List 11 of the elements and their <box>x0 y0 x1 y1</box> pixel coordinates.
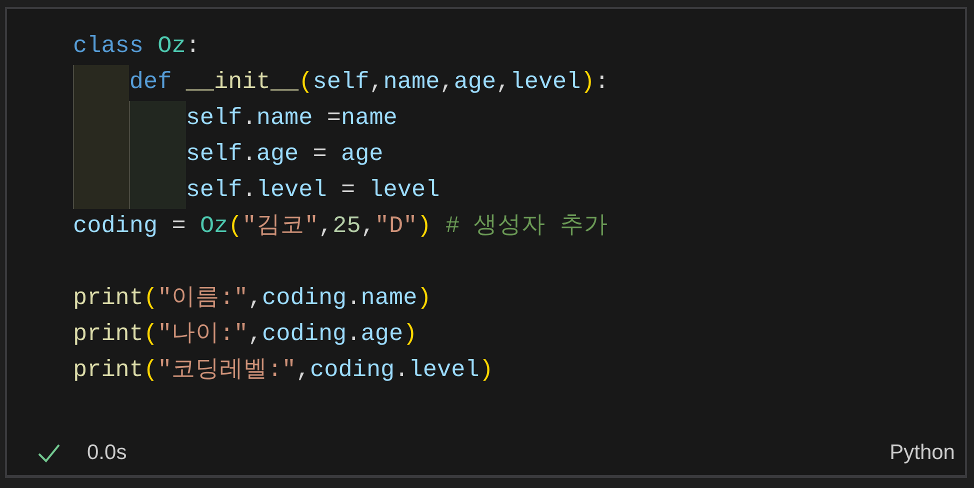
code-line: self.age = age <box>186 140 384 170</box>
code-line: print("이름:",coding.name) <box>73 284 432 314</box>
code-line: coding = Oz("김코",25,"D") # 생성자 추가 <box>73 212 608 242</box>
code-line: self.name =name <box>186 104 398 134</box>
code-line: print("나이:",coding.age) <box>73 320 418 350</box>
code-line: print("코딩레벨:",coding.level) <box>73 356 494 386</box>
code-line: class Oz: <box>73 32 200 62</box>
duration-label: 0.0s <box>87 441 127 465</box>
language-label[interactable]: Python <box>890 441 955 465</box>
code-line: def __init__(self,name,age,level): <box>129 68 609 98</box>
code-line: self.level = level <box>186 176 440 206</box>
